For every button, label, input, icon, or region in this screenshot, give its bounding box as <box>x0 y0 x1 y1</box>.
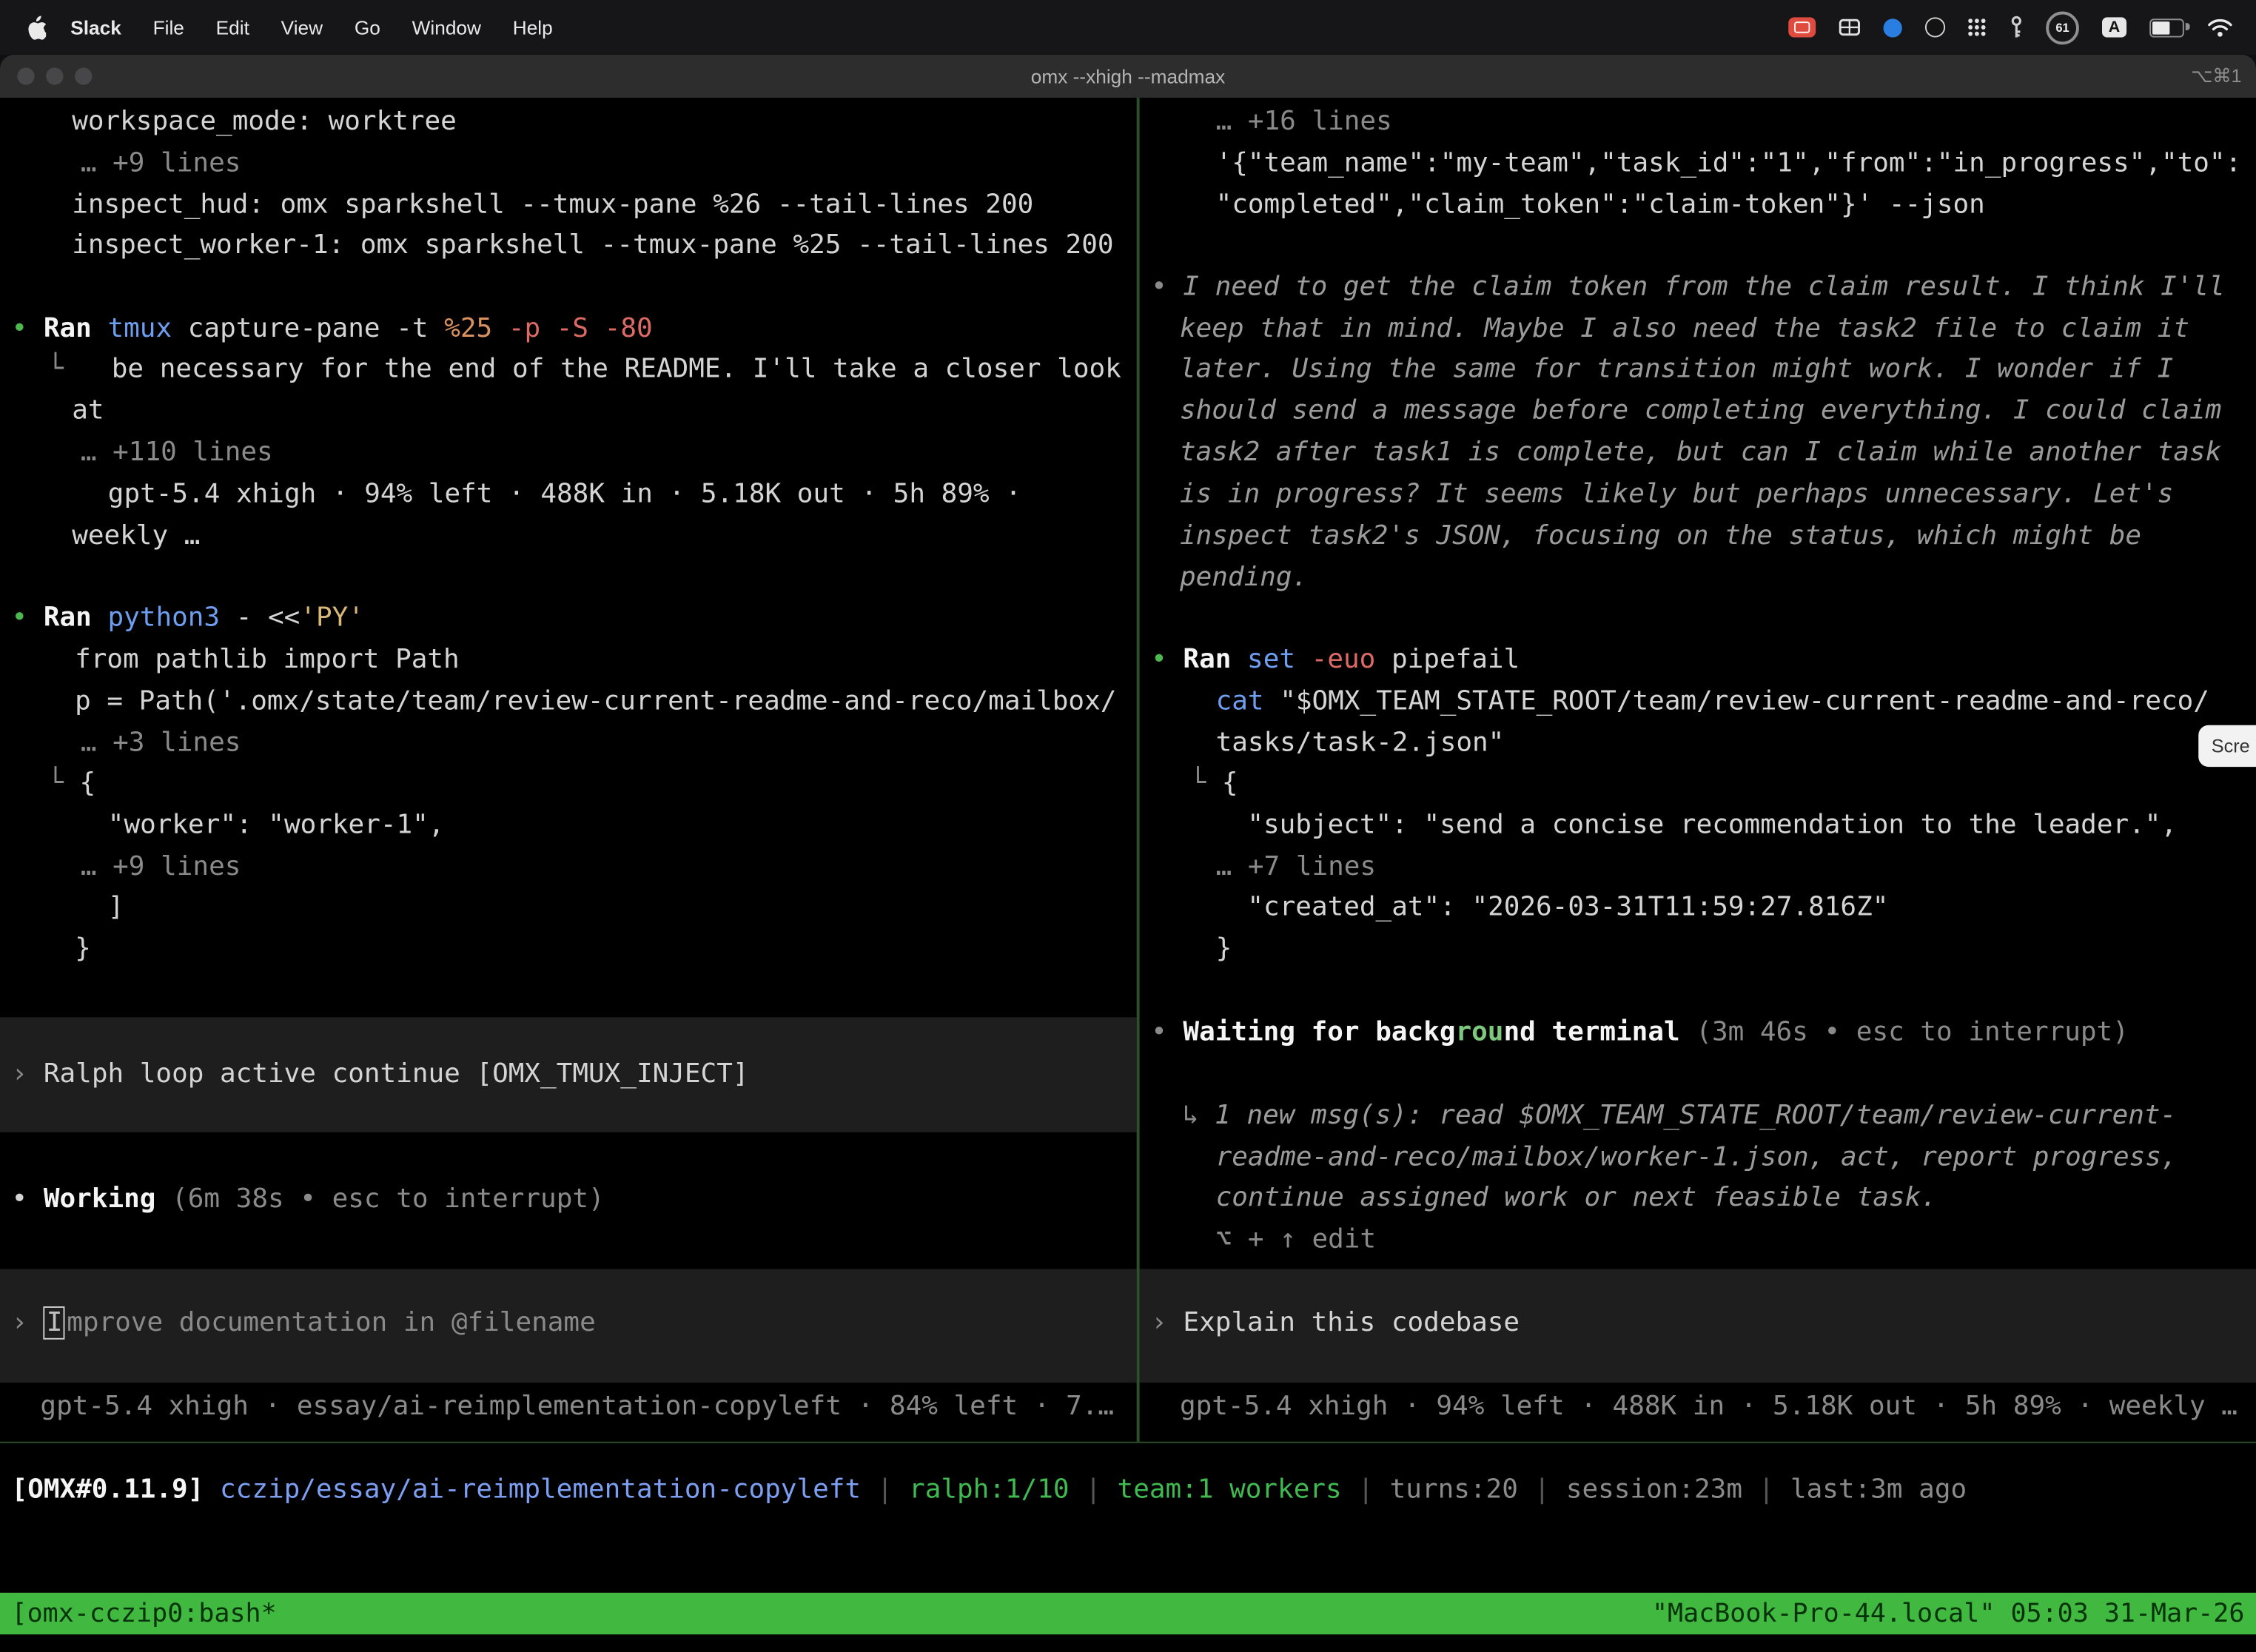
terminal-line: … +16 lines <box>1216 102 1392 144</box>
terminal-line: └ { <box>1190 764 1238 805</box>
terminal-line: … +7 lines <box>1216 847 1377 889</box>
terminal-line: … +110 lines <box>81 433 273 474</box>
blue-app-icon[interactable] <box>1884 18 1902 36</box>
traffic-lights <box>17 67 92 84</box>
terminal-line: is in progress? It seems likely but perh… <box>1180 474 2173 516</box>
clock-app-icon[interactable] <box>1925 17 1945 37</box>
terminal-line: readme-and-reco/mailbox/worker-1.json, a… <box>1216 1138 2178 1180</box>
menu-item-file[interactable]: File <box>137 16 200 38</box>
terminal-line: "subject": "send a concise recommendatio… <box>1247 806 2177 847</box>
terminal-line: ] <box>108 887 124 929</box>
menu-item-view[interactable]: View <box>265 16 338 38</box>
terminal-line: … +9 lines <box>81 144 241 185</box>
terminal-line: • Working (6m 38s • esc to interrupt) <box>12 1180 605 1221</box>
terminal-line: ⌥ + ↑ edit <box>1216 1220 1377 1261</box>
terminal-line: "completed","claim_token":"claim-token"}… <box>1216 186 1985 227</box>
window-shortcut-hint: ⌥⌘1 <box>2191 64 2241 87</box>
battery-ring-icon[interactable]: 61 <box>2046 11 2079 44</box>
screen-recording-indicator-icon[interactable] <box>1788 17 1816 37</box>
terminal-line: gpt-5.4 xhigh · essay/ai-reimplementatio… <box>40 1387 1114 1428</box>
terminal-line: weekly … <box>72 517 200 558</box>
terminal-line: keep that in mind. Maybe I also need the… <box>1180 309 2189 351</box>
terminal-line: › Ralph loop active continue [OMX_TMUX_I… <box>12 1055 749 1096</box>
minimize-button[interactable] <box>46 67 63 84</box>
terminal-line: } <box>75 930 91 971</box>
terminal-line: task2 after task1 is complete, but can I… <box>1180 433 2221 474</box>
terminal-line: inspect task2's JSON, focusing on the st… <box>1180 517 2141 558</box>
terminal-line: • I need to get the claim token from the… <box>1151 268 2225 309</box>
terminal-line: ↳ 1 new msg(s): read $OMX_TEAM_STATE_ROO… <box>1183 1096 2176 1138</box>
window-title: omx --xhigh --madmax <box>1031 65 1225 87</box>
close-button[interactable] <box>17 67 34 84</box>
menu-bar-status-icons: 61 A <box>1788 11 2256 44</box>
menu-item-edit[interactable]: Edit <box>200 16 265 38</box>
terminal-line: workspace_mode: worktree <box>72 102 457 144</box>
omx-status-bar: [OMX#0.11.9] cczip/essay/ai-reimplementa… <box>12 1471 1967 1512</box>
pane-divider-horizontal <box>0 1442 2256 1443</box>
apple-menu-icon[interactable] <box>17 15 55 39</box>
pane-divider-vertical[interactable] <box>1137 98 1140 1442</box>
screenshot-tooltip[interactable]: Scre <box>2198 725 2256 767</box>
dots-grid-icon[interactable] <box>1968 18 1987 36</box>
terminal-line: continue assigned work or next feasible … <box>1216 1178 1937 1220</box>
terminal-line: • Ran python3 - <<'PY' <box>12 599 364 640</box>
menu-item-window[interactable]: Window <box>396 16 497 38</box>
menu-bar-left: Slack File Edit View Go Window Help <box>0 15 568 39</box>
terminal-line: • Ran tmux capture-pane -t %25 -p -S -80 <box>12 309 653 351</box>
terminal-line: later. Using the same for transition mig… <box>1180 349 2173 391</box>
terminal-line: } <box>1216 930 1232 971</box>
terminal-line: cat "$OMX_TEAM_STATE_ROOT/team/review-cu… <box>1216 682 2209 723</box>
terminal-line: › Improve documentation in @filename <box>12 1303 596 1345</box>
tmux-status-bar: [omx-cczip0:bash* "MacBook-Pro-44.local"… <box>0 1593 2256 1634</box>
terminal-line: "created_at": "2026-03-31T11:59:27.816Z" <box>1247 887 1888 929</box>
tmux-session-label: [omx-cczip0:bash* <box>12 1599 277 1629</box>
terminal-line: tasks/task-2.json" <box>1216 724 1505 765</box>
terminal-line: • Ran set -euo pipefail <box>1151 640 1520 682</box>
terminal-line: … +3 lines <box>81 724 241 765</box>
terminal-line: • Waiting for background terminal (3m 46… <box>1151 1013 2129 1054</box>
terminal-line: › Explain this codebase <box>1151 1303 1520 1345</box>
left-pane[interactable]: workspace_mode: worktree… +9 linesinspec… <box>0 98 1137 1442</box>
terminal-line: p = Path('.omx/state/team/review-current… <box>75 682 1116 723</box>
terminal-line: pending. <box>1180 558 1308 600</box>
menu-item-go[interactable]: Go <box>338 16 396 38</box>
grid-icon[interactable] <box>1839 19 1860 36</box>
screenshot-tooltip-label: Scre <box>2212 735 2250 756</box>
terminal-line: gpt-5.4 xhigh · 94% left · 488K in · 5.1… <box>108 474 1021 516</box>
menu-bar: Slack File Edit View Go Window Help 61 A <box>0 0 2256 55</box>
tmux-host-clock: "MacBook-Pro-44.local" 05:03 31-Mar-26 <box>1652 1599 2245 1629</box>
terminal-line: '{"team_name":"my-team","task_id":"1","f… <box>1216 144 2242 185</box>
terminal-line: └ { <box>47 764 95 805</box>
input-source-icon[interactable]: A <box>2102 17 2126 37</box>
menu-item-help[interactable]: Help <box>497 16 568 38</box>
zoom-button[interactable] <box>75 67 92 84</box>
menu-app-name[interactable]: Slack <box>55 16 137 38</box>
terminal-window: omx --xhigh --madmax ⌥⌘1 workspace_mode:… <box>0 55 2256 1652</box>
terminal-line: from pathlib import Path <box>75 640 460 682</box>
terminal-content: workspace_mode: worktree… +9 linesinspec… <box>0 98 2256 1651</box>
terminal-line: should send a message before completing … <box>1180 392 2221 433</box>
right-pane[interactable]: … +16 lines'{"team_name":"my-team","task… <box>1140 98 2256 1442</box>
terminal-line: └ be necessary for the end of the README… <box>47 349 1121 391</box>
terminal-line: at <box>72 392 104 433</box>
wifi-icon[interactable] <box>2207 18 2233 36</box>
terminal-line: "worker": "worker-1", <box>108 806 445 847</box>
battery-icon[interactable] <box>2149 18 2184 36</box>
terminal-line: gpt-5.4 xhigh · 94% left · 488K in · 5.1… <box>1180 1387 2237 1428</box>
title-bar[interactable]: omx --xhigh --madmax ⌥⌘1 <box>0 55 2256 99</box>
terminal-line: inspect_hud: omx sparkshell --tmux-pane … <box>72 186 1033 227</box>
terminal-line: inspect_worker-1: omx sparkshell --tmux-… <box>72 226 1113 267</box>
key-icon[interactable] <box>2010 15 2023 39</box>
terminal-line: … +9 lines <box>81 847 241 889</box>
screen: Slack File Edit View Go Window Help 61 A <box>0 0 2256 1652</box>
